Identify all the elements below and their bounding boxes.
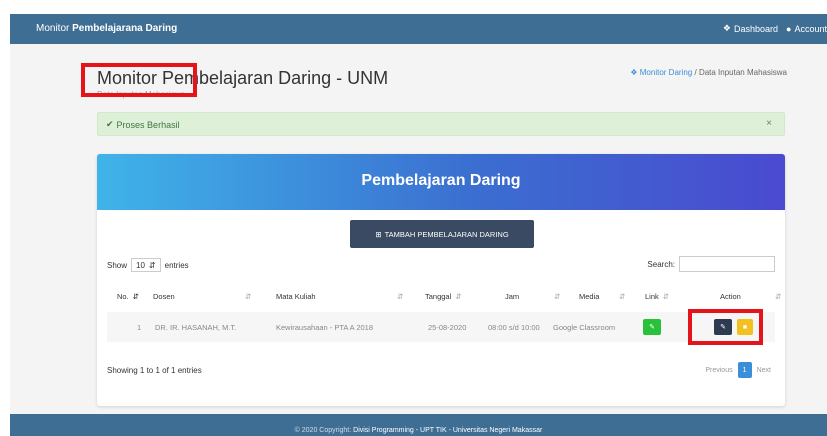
table-search: Search: <box>647 256 775 272</box>
column-header-dosen[interactable]: Dosen <box>153 292 175 301</box>
table-info: Showing 1 to 1 of 1 entries <box>107 366 202 375</box>
add-button-label: TAMBAH PEMBELAJARAN DARING <box>384 229 509 239</box>
sort-icon: ⇵ <box>397 292 404 301</box>
column-header-tanggal[interactable]: Tanggal ⇵ <box>425 292 462 301</box>
top-navbar: Monitor Pembelajarana Daring ❖ Dashboard… <box>10 14 827 44</box>
pencil-icon: ✎ <box>649 324 655 331</box>
column-header-media[interactable]: Media <box>579 292 599 301</box>
breadcrumb-current: Data Inputan Mahasiswa <box>698 68 787 77</box>
main-content: Monitor Pembelajaran Daring - UNM Data I… <box>10 44 827 414</box>
breadcrumb: ❖ Monitor Daring / Data Inputan Mahasisw… <box>630 68 787 77</box>
cell-mata-kuliah: Kewirausahaan - PTA A 2018 <box>276 323 374 332</box>
navbar-links: ❖ Dashboard ● Account <box>723 23 827 34</box>
show-label: Show <box>107 260 128 270</box>
pagination: Previous 1 Next <box>705 362 771 378</box>
footer-copyright: © 2020 Copyright: <box>294 427 352 434</box>
nav-dashboard-label: Dashboard <box>734 23 779 34</box>
success-alert: ✔ Proses Berhasil × <box>97 112 785 136</box>
cell-no: 1 <box>137 323 142 332</box>
column-header-jam[interactable]: Jam <box>505 292 519 301</box>
table-row: 1 DR. IR. HASANAH, M.T. Kewirausahaan - … <box>107 312 775 342</box>
sort-icon: ⇵ <box>554 292 561 301</box>
navbar-brand[interactable]: Monitor Pembelajarana Daring <box>36 23 177 34</box>
plus-square-icon: ⊞ <box>375 229 382 239</box>
column-header-mata-kuliah[interactable]: Mata Kuliah <box>276 292 316 301</box>
pagination-previous[interactable]: Previous <box>705 367 732 374</box>
breadcrumb-home[interactable]: ❖ Monitor Daring <box>630 68 694 77</box>
pagination-next[interactable]: Next <box>757 367 771 374</box>
brand-prefix: Monitor <box>36 23 70 34</box>
sort-icon: ⇵ <box>245 292 252 301</box>
breadcrumb-separator: / <box>694 68 697 77</box>
user-icon: ● <box>786 23 792 34</box>
cell-jam: 08:00 s/d 10:00 <box>488 323 540 332</box>
sort-icon: ⇵ <box>775 292 782 301</box>
pagination-page-current[interactable]: 1 <box>737 362 752 378</box>
breadcrumb-home-label: Monitor Daring <box>639 68 693 77</box>
page-footer: © 2020 Copyright: Divisi Programming - U… <box>10 414 827 436</box>
highlight-box-alert <box>81 63 197 97</box>
entries-length-control: Show 10 ⇵ entries <box>107 258 189 272</box>
column-header-action[interactable]: Action <box>720 292 741 301</box>
brand-name: Pembelajarana Daring <box>72 23 178 34</box>
sort-icon: ⇵ <box>619 292 626 301</box>
column-header-link[interactable]: Link ⇵ <box>645 292 669 301</box>
card-header: Pembelajaran Daring <box>97 154 785 210</box>
entries-select[interactable]: 10 ⇵ <box>131 258 161 272</box>
highlight-box-actions <box>688 309 763 345</box>
column-header-no[interactable]: No. ⇵ <box>117 292 139 301</box>
sort-updown-icon: ⇵ <box>148 260 156 270</box>
sort-asc-icon: ⇵ <box>132 292 139 301</box>
open-link-button[interactable]: ✎ <box>643 319 661 335</box>
cell-media: Google Classroom <box>553 323 616 332</box>
alert-close-button[interactable]: × <box>766 118 772 129</box>
cell-dosen: DR. IR. HASANAH, M.T. <box>155 323 237 332</box>
entries-label: entries <box>164 260 189 270</box>
card-title: Pembelajaran Daring <box>361 172 521 189</box>
search-input[interactable] <box>679 256 775 272</box>
nav-account-link[interactable]: ● Account <box>786 23 827 34</box>
add-pembelajaran-button[interactable]: ⊞ TAMBAH PEMBELAJARAN DARING <box>350 220 534 248</box>
home-icon: ❖ <box>722 23 731 33</box>
check-icon: ✔ <box>106 119 114 129</box>
table-header: No. ⇵ Dosen ⇵ Mata Kuliah ⇵ Tanggal ⇵ Jam … <box>107 288 781 306</box>
home-icon: ❖ <box>630 68 638 77</box>
footer-organization: Divisi Programming - UPT TIK - Universit… <box>353 427 543 434</box>
nav-dashboard-link[interactable]: ❖ Dashboard <box>723 23 778 34</box>
search-label: Search: <box>647 259 675 269</box>
cell-tanggal: 25-08-2020 <box>428 323 467 332</box>
data-card: Pembelajaran Daring ⊞ TAMBAH PEMBELAJARA… <box>97 154 785 406</box>
entries-select-value: 10 <box>136 260 145 270</box>
nav-account-label: Account <box>794 23 827 34</box>
alert-message: Proses Berhasil <box>116 119 180 130</box>
